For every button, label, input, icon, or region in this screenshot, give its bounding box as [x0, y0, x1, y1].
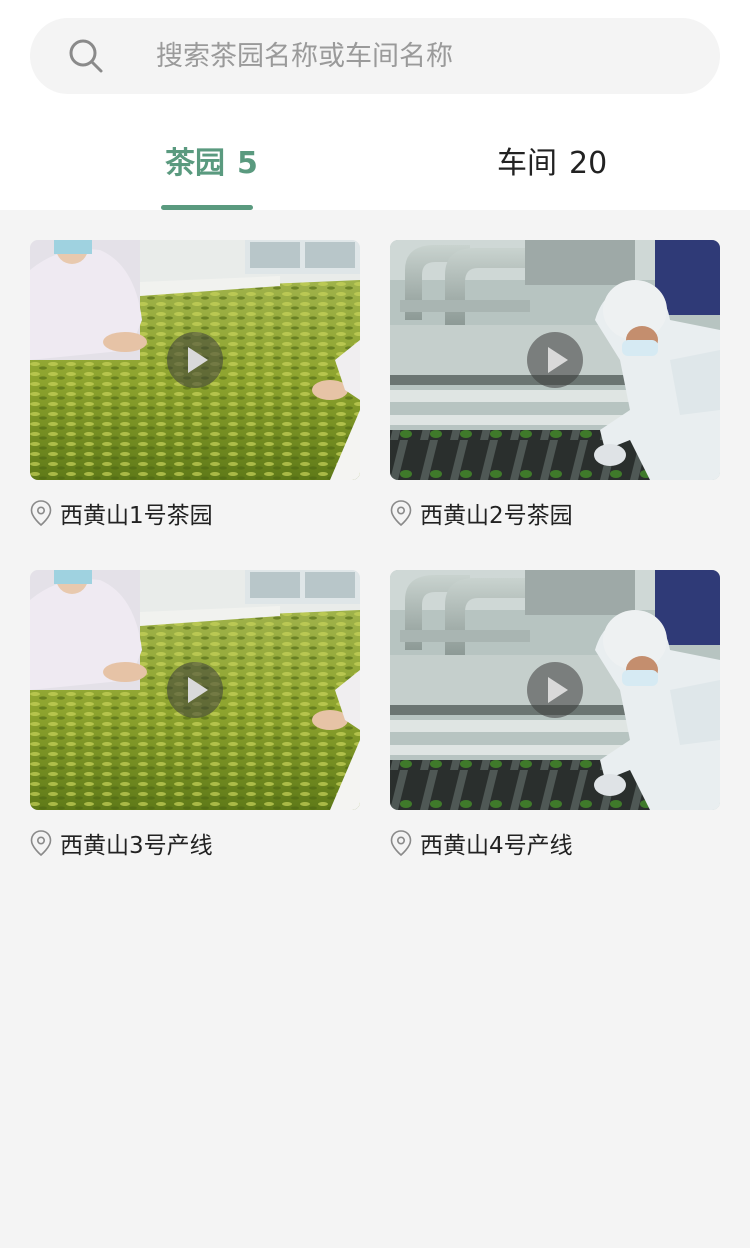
video-thumbnail[interactable] [390, 240, 720, 480]
video-thumbnail[interactable] [30, 240, 360, 480]
card-title: 西黄山2号茶园 [420, 503, 573, 529]
card-title: 西黄山4号产线 [420, 833, 573, 859]
play-icon[interactable] [167, 662, 223, 718]
card-tea-garden-2[interactable]: 西黄山2号茶园 [390, 240, 720, 529]
location-pin-icon [390, 500, 412, 526]
search-bar[interactable] [30, 18, 720, 94]
location-pin-icon [30, 830, 52, 856]
card-title: 西黄山1号茶园 [60, 503, 213, 529]
search-input[interactable] [156, 18, 696, 94]
card-caption: 西黄山3号产线 [30, 828, 213, 859]
tab-count: 5 [237, 146, 258, 181]
search-icon [69, 39, 103, 73]
card-production-line-4[interactable]: 西黄山4号产线 [390, 570, 720, 859]
card-caption: 西黄山2号茶园 [390, 498, 573, 529]
tab-tea-garden[interactable]: 茶园 5 [165, 144, 258, 184]
card-caption: 西黄山1号茶园 [30, 498, 213, 529]
tab-workshop[interactable]: 车间 20 [497, 144, 607, 184]
tab-label: 车间 [497, 146, 557, 181]
play-icon[interactable] [527, 662, 583, 718]
video-thumbnail[interactable] [390, 570, 720, 810]
card-production-line-3[interactable]: 西黄山3号产线 [30, 570, 360, 859]
card-title: 西黄山3号产线 [60, 833, 213, 859]
video-thumbnail[interactable] [30, 570, 360, 810]
active-tab-indicator [161, 205, 253, 210]
tab-count: 20 [569, 146, 608, 181]
card-tea-garden-1[interactable]: 西黄山1号茶园 [30, 240, 360, 529]
play-icon[interactable] [167, 332, 223, 388]
location-pin-icon [30, 500, 52, 526]
tab-label: 茶园 [165, 146, 225, 181]
card-caption: 西黄山4号产线 [390, 828, 573, 859]
play-icon[interactable] [527, 332, 583, 388]
header: 茶园 5 车间 20 [0, 0, 750, 210]
tab-bar: 茶园 5 车间 20 [0, 130, 750, 210]
location-pin-icon [390, 830, 412, 856]
